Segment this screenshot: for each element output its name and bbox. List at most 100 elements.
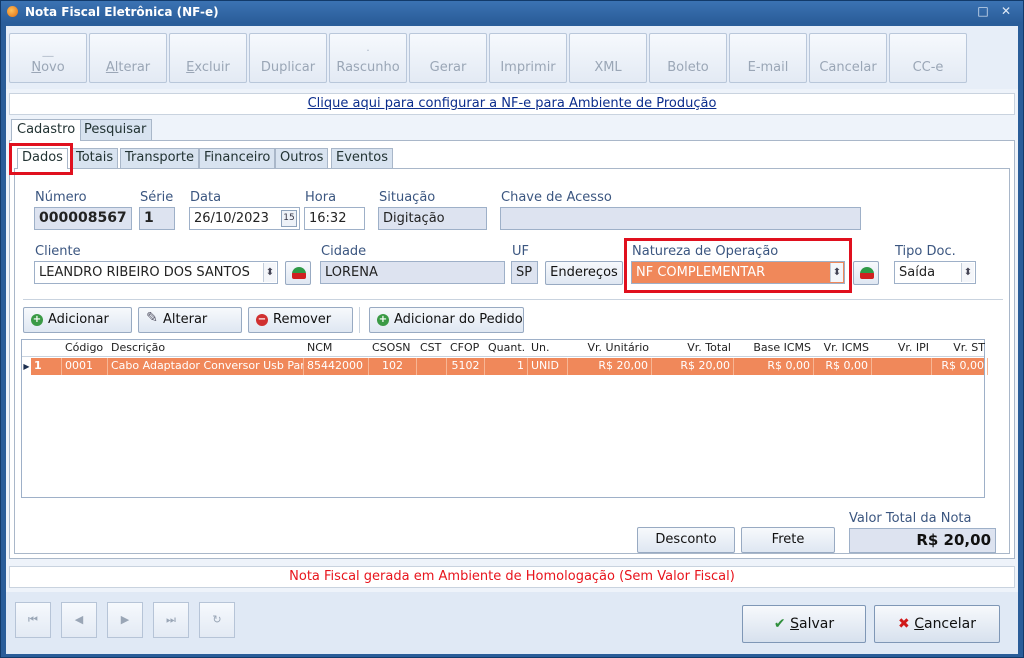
toolbar-divider: [359, 307, 360, 333]
refresh-icon: ↻: [212, 613, 222, 626]
row-indicator-icon: ▶: [22, 358, 31, 375]
new-icon: __: [42, 44, 54, 57]
footer-bar: ⏮ ◀ ▶ ⏭ ↻ ✔ Salvar ✖ Cancelar: [6, 592, 1018, 654]
natureza-dropdown-icon[interactable]: ⬍: [830, 263, 843, 282]
subtab-dados[interactable]: Dados: [17, 148, 68, 169]
valor-total-field: R$ 20,00: [849, 528, 996, 553]
alterar-button[interactable]: Alterar: [89, 33, 167, 83]
col-base-icms[interactable]: Base ICMS: [734, 340, 814, 357]
valor-total-label: Valor Total da Nota: [849, 511, 972, 526]
subtab-transporte[interactable]: Transporte: [120, 148, 199, 168]
window-controls-icon[interactable]: □ ✕: [977, 4, 1015, 18]
uf-label: UF: [512, 244, 529, 259]
subtab-outros[interactable]: Outros: [275, 148, 329, 168]
col-descricao[interactable]: Descrição: [108, 340, 304, 357]
cliente-label: Cliente: [35, 244, 81, 259]
first-record-button[interactable]: ⏮: [15, 602, 51, 638]
boleto-button[interactable]: Boleto: [649, 33, 727, 83]
last-icon: ⏭: [166, 613, 176, 626]
cancelar-nota-button[interactable]: Cancelar: [809, 33, 887, 83]
col-quant[interactable]: Quant.: [485, 340, 528, 357]
col-vr-unitario[interactable]: Vr. Unitário: [568, 340, 652, 357]
cliente-lookup-button[interactable]: [285, 261, 311, 285]
col-vr-ipi[interactable]: Vr. IPI: [872, 340, 932, 357]
tab-pesquisar[interactable]: Pesquisar: [78, 119, 153, 140]
frete-button[interactable]: Frete: [741, 527, 835, 553]
tab-cadastro[interactable]: Cadastro: [11, 119, 82, 141]
toolbar: __ Novo Alterar Excluir Duplicar · Rascunh…: [6, 26, 1018, 89]
data-field[interactable]: 26/10/2023 15: [189, 207, 300, 230]
adicionar-pedido-button[interactable]: + Adicionar do Pedido: [369, 307, 524, 333]
col-codigo[interactable]: Código: [62, 340, 108, 357]
cliente-value: LEANDRO RIBEIRO DOS SANTOS: [39, 265, 250, 280]
duplicar-button[interactable]: Duplicar: [249, 33, 327, 83]
adicionar-item-button[interactable]: + Adicionar: [23, 307, 132, 333]
subtab-totais[interactable]: Totais: [71, 148, 119, 168]
cancelar-button[interactable]: ✖ Cancelar: [874, 605, 1000, 643]
natureza-lookup-button[interactable]: [853, 261, 879, 285]
natureza-label: Natureza de Operação: [632, 244, 779, 259]
window-title: Nota Fiscal Eletrônica (NF-e): [25, 5, 219, 19]
alterar-item-button[interactable]: ✎ Alterar: [138, 307, 242, 333]
rascunho-button[interactable]: · Rascunho: [329, 33, 407, 83]
cell-cst: [417, 358, 447, 375]
cell-vr-unitario: R$ 20,00: [568, 358, 652, 375]
subtab-eventos[interactable]: Eventos: [331, 148, 393, 168]
desconto-button[interactable]: Desconto: [637, 527, 735, 553]
production-config-bar: Clique aqui para configurar a NF-e para …: [9, 93, 1015, 115]
cidade-label: Cidade: [321, 244, 367, 259]
enderecos-button[interactable]: Endereços: [545, 261, 623, 285]
cliente-select[interactable]: LEANDRO RIBEIRO DOS SANTOS ⬍: [34, 261, 278, 284]
lookup-icon: [292, 267, 306, 279]
previous-record-button[interactable]: ◀: [61, 602, 97, 638]
items-grid[interactable]: Código Descrição NCM CSOSN CST CFOP Quan…: [21, 339, 988, 498]
cell-codigo: 0001: [62, 358, 108, 375]
x-icon: ✖: [898, 616, 910, 632]
col-vr-total[interactable]: Vr. Total: [652, 340, 734, 357]
tipo-doc-select[interactable]: Saída ⬍: [894, 261, 976, 284]
xml-button[interactable]: XML: [569, 33, 647, 83]
tipo-doc-value: Saída: [899, 265, 936, 280]
serie-label: Série: [140, 190, 174, 205]
tipo-doc-dropdown-icon[interactable]: ⬍: [961, 263, 974, 282]
cadastro-panel: Dados Totais Transporte Financeiro Outro…: [9, 140, 1015, 559]
production-config-link[interactable]: Clique aqui para configurar a NF-e para …: [308, 96, 717, 111]
cell-vr-ipi: [872, 358, 932, 375]
plus-icon: +: [31, 314, 43, 326]
cell-descricao: Cabo Adaptador Conversor Usb Para: [108, 358, 304, 375]
natureza-select[interactable]: NF COMPLEMENTAR ⬍: [631, 261, 845, 284]
hora-field[interactable]: 16:32: [304, 207, 365, 230]
data-value: 26/10/2023: [194, 211, 269, 226]
novo-button[interactable]: __ Novo: [9, 33, 87, 83]
cce-button[interactable]: CC-e: [889, 33, 967, 83]
cell-cfop: 5102: [447, 358, 485, 375]
refresh-button[interactable]: ↻: [199, 602, 235, 638]
previous-icon: ◀: [74, 613, 84, 626]
col-csosn[interactable]: CSOSN: [369, 340, 417, 357]
imprimir-button[interactable]: Imprimir: [489, 33, 567, 83]
col-cfop[interactable]: CFOP: [447, 340, 485, 357]
chave-acesso-label: Chave de Acesso: [501, 190, 612, 205]
last-record-button[interactable]: ⏭: [153, 602, 189, 638]
email-button[interactable]: E-mail: [729, 33, 807, 83]
col-ncm[interactable]: NCM: [304, 340, 369, 357]
col-cst[interactable]: CST: [417, 340, 447, 357]
cliente-dropdown-icon[interactable]: ⬍: [263, 263, 276, 282]
homologation-message: Nota Fiscal gerada em Ambiente de Homolo…: [9, 566, 1015, 588]
subtab-financeiro[interactable]: Financeiro: [199, 148, 276, 168]
col-vr-icms[interactable]: Vr. ICMS: [814, 340, 872, 357]
first-icon: ⏮: [28, 613, 38, 626]
col-vr-st[interactable]: Vr. ST: [932, 340, 988, 357]
grid-header: Código Descrição NCM CSOSN CST CFOP Quan…: [22, 340, 985, 357]
gerar-button[interactable]: Gerar: [409, 33, 487, 83]
calendar-icon[interactable]: 15: [281, 210, 297, 227]
draft-icon: ·: [366, 44, 370, 57]
title-bar[interactable]: Nota Fiscal Eletrônica (NF-e) □ ✕: [1, 1, 1023, 23]
remover-item-button[interactable]: − Remover: [248, 307, 353, 333]
salvar-button[interactable]: ✔ Salvar: [742, 605, 866, 643]
excluir-button[interactable]: Excluir: [169, 33, 247, 83]
col-un[interactable]: Un.: [528, 340, 568, 357]
table-row[interactable]: ▶ 1 0001 Cabo Adaptador Conversor Usb Pa…: [22, 358, 988, 375]
next-record-button[interactable]: ▶: [107, 602, 143, 638]
plus-icon: +: [377, 314, 389, 326]
